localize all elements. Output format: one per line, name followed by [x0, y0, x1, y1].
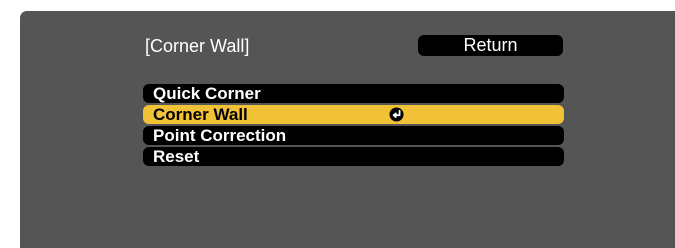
menu-item-label: Reset: [153, 147, 200, 166]
return-button[interactable]: Return: [418, 35, 563, 56]
enter-icon: [389, 107, 404, 122]
menu-list: Quick Corner Corner Wall Point Correctio…: [143, 84, 564, 168]
menu-item-point-correction[interactable]: Point Correction: [143, 126, 564, 145]
menu-item-label: Corner Wall: [153, 105, 248, 124]
menu-item-quick-corner[interactable]: Quick Corner: [143, 84, 564, 103]
menu-item-label: Quick Corner: [153, 84, 261, 103]
menu-item-reset[interactable]: Reset: [143, 147, 564, 166]
menu-title: [Corner Wall]: [145, 36, 250, 56]
menu-item-corner-wall[interactable]: Corner Wall: [143, 105, 564, 124]
menu-item-label: Point Correction: [153, 126, 287, 145]
